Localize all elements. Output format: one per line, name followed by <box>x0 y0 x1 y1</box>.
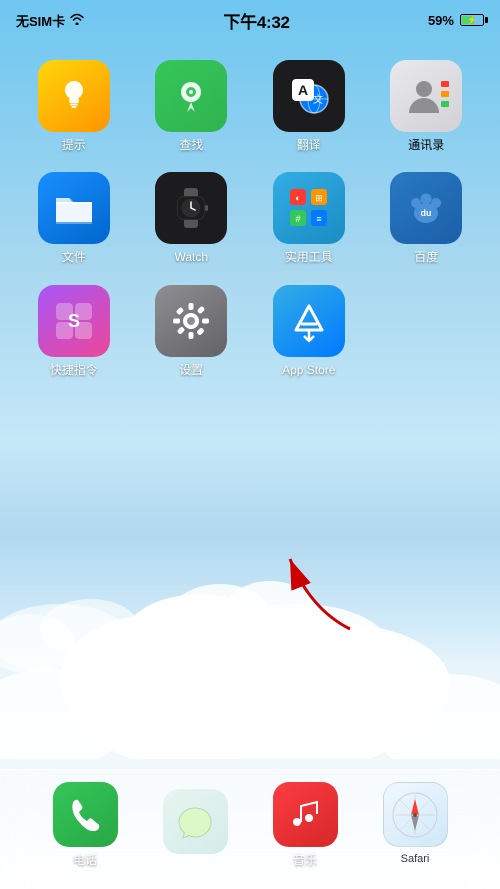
svg-text:≡: ≡ <box>316 214 321 224</box>
status-right: 59% ⚡ <box>428 13 484 28</box>
svg-text:S: S <box>68 311 80 331</box>
status-left: 无SIM卡 <box>16 11 85 30</box>
dock-messages[interactable] <box>163 789 228 860</box>
app-label-baidu: 百度 <box>414 250 438 264</box>
app-icon-contacts <box>390 60 462 132</box>
app-label-find: 查找 <box>179 138 203 152</box>
dock-icon-messages <box>163 789 228 854</box>
app-settings[interactable]: 设置 <box>138 285 246 377</box>
app-icon-files <box>38 172 110 244</box>
svg-text:A: A <box>298 82 308 98</box>
dock-music[interactable]: 音乐 <box>273 782 338 867</box>
app-find[interactable]: 查找 <box>138 60 246 152</box>
app-baidu[interactable]: du 百度 <box>373 172 481 264</box>
app-appstore[interactable]: App Store <box>255 285 363 377</box>
app-label-watch: Watch <box>174 250 208 264</box>
app-files[interactable]: 文件 <box>20 172 128 264</box>
watermark: jituyam.baidu.com <box>422 874 495 884</box>
clouds <box>0 459 500 759</box>
dock-phone[interactable]: 电话 <box>53 782 118 867</box>
app-reminders[interactable]: 提示 <box>20 60 128 152</box>
app-shortcuts[interactable]: S 快捷指令 <box>20 285 128 377</box>
app-icon-baidu: du <box>390 172 462 244</box>
app-icon-appstore <box>273 285 345 357</box>
dock-label-safari: Safari <box>401 853 430 866</box>
dock-icon-safari <box>383 782 448 847</box>
battery-icon: ⚡ <box>460 14 484 26</box>
charging-icon: ⚡ <box>467 16 477 25</box>
app-label-translate: 翻译 <box>297 138 321 152</box>
app-label-contacts: 通讯录 <box>408 138 444 152</box>
dock-safari[interactable]: Safari <box>383 782 448 866</box>
dock-icon-phone <box>53 782 118 847</box>
app-icon-shortcuts: S <box>38 285 110 357</box>
page-dot-2 <box>247 732 254 739</box>
page-dot-3 <box>262 732 269 739</box>
app-label-settings: 设置 <box>179 363 203 377</box>
app-label-files: 文件 <box>62 250 86 264</box>
app-label-utilities: 实用工具 <box>285 250 333 264</box>
dock-label-music: 音乐 <box>293 853 317 867</box>
page-dots <box>0 732 500 739</box>
svg-text:◐: ◐ <box>295 193 300 203</box>
svg-text:du: du <box>421 208 432 218</box>
battery-percentage: 59% <box>428 13 454 28</box>
status-bar: 无SIM卡 下午4:32 59% ⚡ <box>0 0 500 40</box>
wifi-icon <box>69 13 85 28</box>
app-label-reminders: 提示 <box>62 138 86 152</box>
app-contacts[interactable]: 通讯录 <box>373 60 481 152</box>
clock: 下午4:32 <box>223 8 289 33</box>
carrier-label: 无SIM卡 <box>16 11 65 30</box>
svg-text:文: 文 <box>313 93 323 106</box>
app-icon-settings <box>155 285 227 357</box>
page-dot-1 <box>232 732 239 739</box>
svg-text:⊞: ⊞ <box>315 193 323 203</box>
app-icon-translate: A 文 <box>273 60 345 132</box>
app-icon-reminders <box>38 60 110 132</box>
dock-label-phone: 电话 <box>73 853 97 867</box>
app-grid: 提示 查找 A <box>0 50 500 387</box>
app-empty-slot <box>373 285 481 377</box>
dock-icon-music <box>273 782 338 847</box>
svg-text:#: # <box>295 214 300 224</box>
app-label-shortcuts: 快捷指令 <box>50 363 98 377</box>
dock: 电话 音乐 <box>0 769 500 889</box>
app-translate[interactable]: A 文 翻译 <box>255 60 363 152</box>
app-icon-utilities: ◐ ⊞ # ≡ <box>273 172 345 244</box>
app-utilities[interactable]: ◐ ⊞ # ≡ 实用工具 <box>255 172 363 264</box>
app-icon-find <box>155 60 227 132</box>
app-label-appstore: App Store <box>282 363 335 377</box>
app-watch[interactable]: Watch <box>138 172 246 264</box>
app-icon-watch <box>155 172 227 244</box>
